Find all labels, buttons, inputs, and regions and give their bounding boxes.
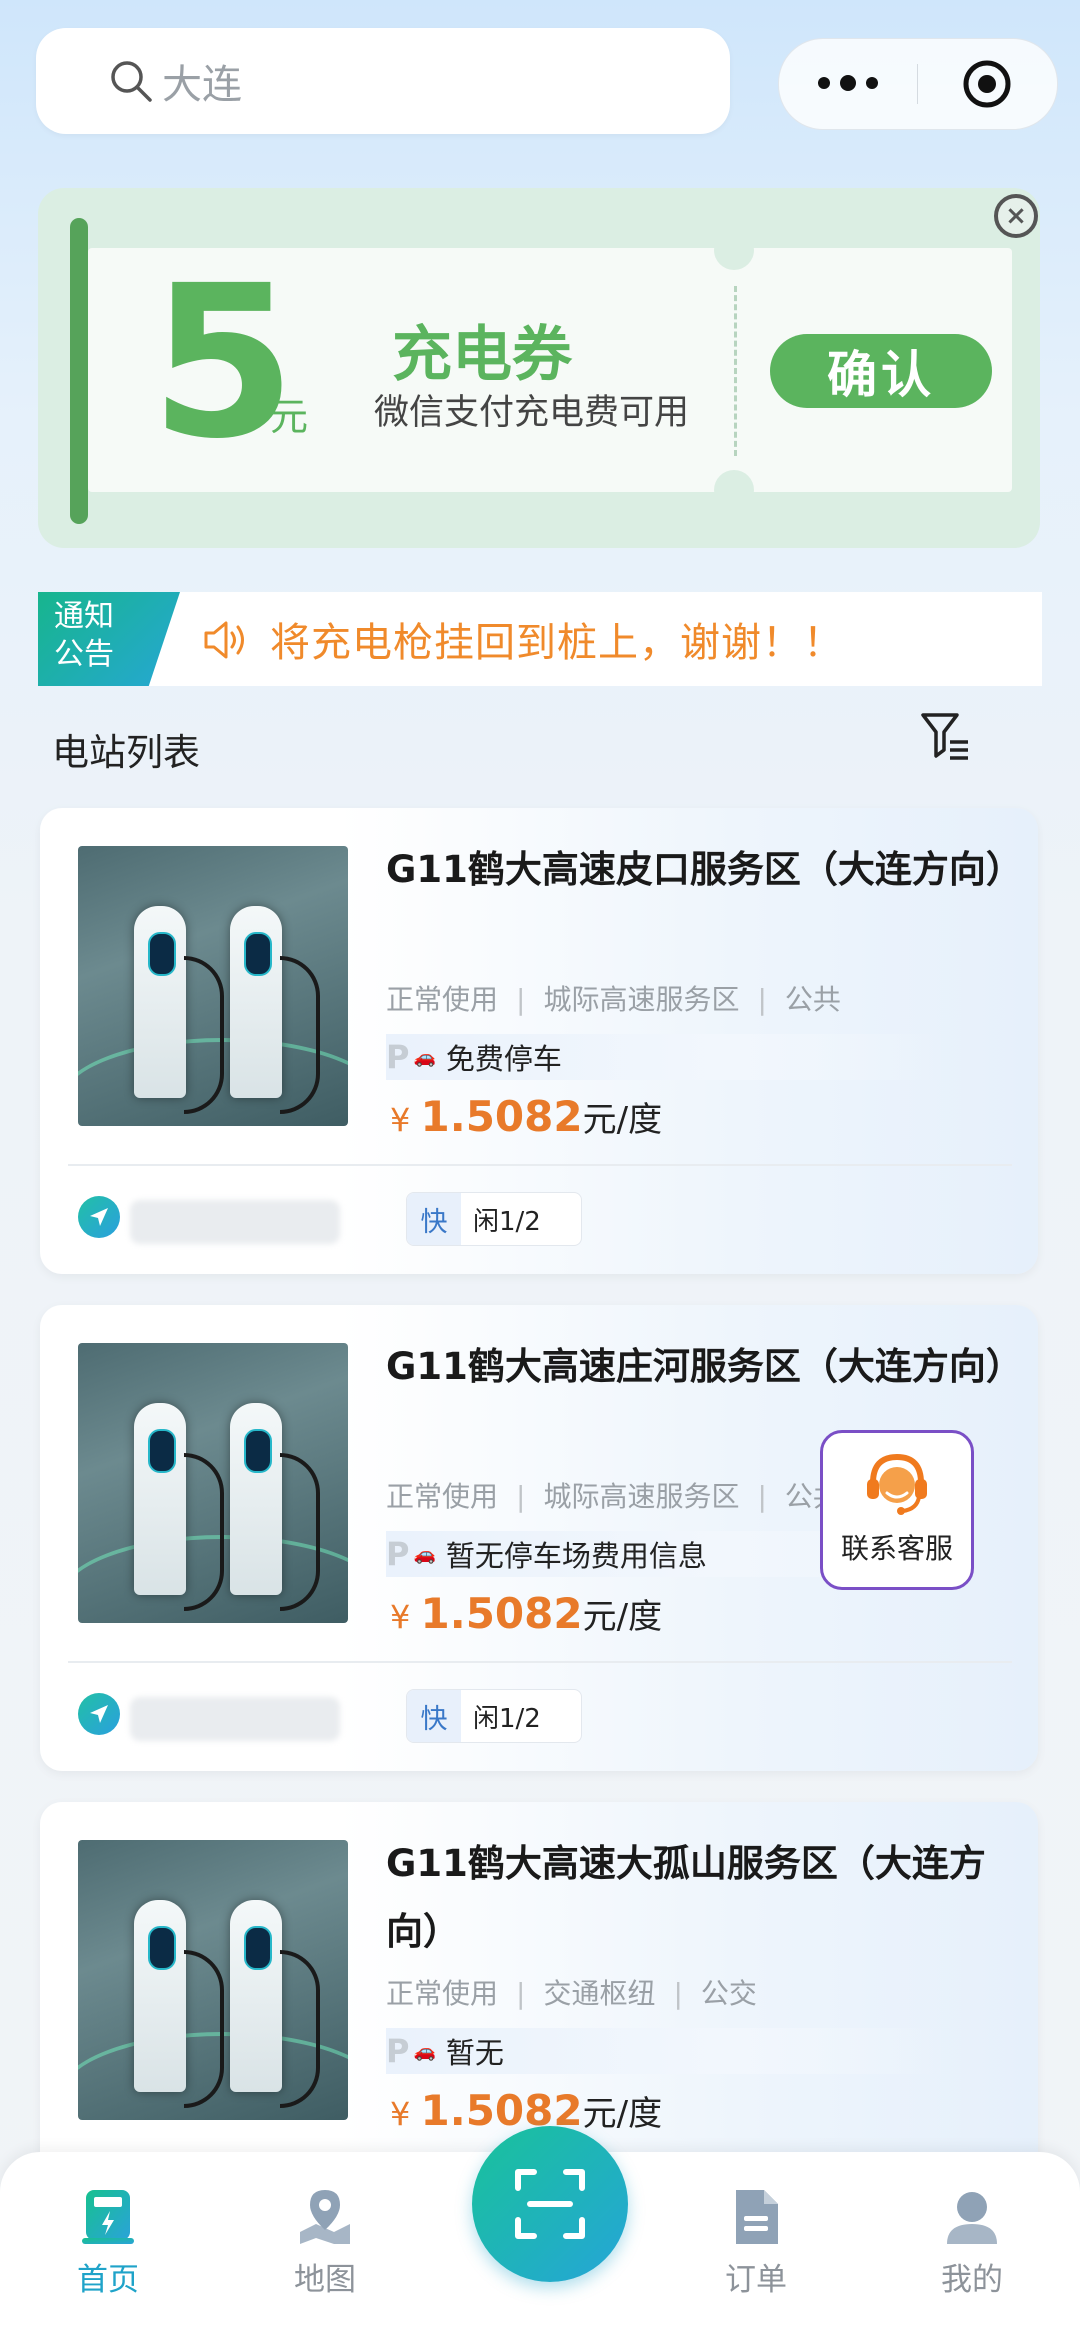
headset-agent-icon	[867, 1453, 927, 1515]
coupon-subtitle: 微信支付充电费可用	[374, 393, 690, 433]
search-input[interactable]: 大连	[162, 52, 242, 110]
station-list-title: 电站列表	[52, 731, 200, 774]
close-miniprogram-icon[interactable]	[918, 58, 1056, 110]
card-divider	[68, 1661, 1012, 1663]
parking-text: 暂无	[445, 2036, 504, 2070]
price-value: 1.5082	[420, 1092, 583, 1141]
station-image	[78, 1840, 348, 2120]
price-value: 1.5082	[420, 1589, 583, 1638]
coupon-accent-bar	[70, 218, 88, 524]
price-unit: 元/度	[582, 2094, 663, 2134]
station-category: 城际高速服务区	[543, 1480, 740, 1513]
coupon-title: 充电券	[392, 320, 572, 390]
document-icon	[736, 2190, 778, 2244]
tab-home-label: 首页	[77, 2262, 139, 2298]
ticket-dashed-divider	[734, 286, 737, 456]
parking-icon: P	[386, 1535, 410, 1573]
tab-map-label: 地图	[294, 2262, 356, 2298]
fast-label: 快	[407, 1690, 461, 1742]
customer-service-button[interactable]: 联系客服	[820, 1430, 974, 1590]
scan-icon	[515, 2169, 585, 2239]
station-category: 城际高速服务区	[543, 983, 740, 1016]
price: ¥ 1.5082元/度	[390, 1092, 662, 1141]
fast-charger-badge: 快 闲1/2	[406, 1689, 582, 1743]
station-tags: 正常使用 | 交通枢纽 | 公交	[386, 1977, 757, 2010]
search-icon	[111, 61, 152, 102]
navigate-icon[interactable]	[78, 1196, 120, 1238]
station-status: 正常使用	[386, 1480, 499, 1513]
tab-mine-label: 我的	[941, 2262, 1003, 2298]
idle-count: 闲1/2	[473, 1703, 541, 1734]
more-icon[interactable]	[779, 75, 917, 91]
station-tags: 正常使用 | 城际高速服务区 | 公共	[386, 983, 841, 1016]
parking-icon: P	[386, 1038, 410, 1076]
tab-mine[interactable]: 我的	[912, 2188, 1032, 2299]
station-card[interactable]: G11鹤大高速皮口服务区（大连方向） 正常使用 | 城际高速服务区 | 公共 P 🚗 免费…	[40, 808, 1038, 1274]
parking-info: P 🚗 暂无	[386, 2028, 946, 2074]
fast-label: 快	[407, 1193, 461, 1245]
close-icon[interactable]: ×	[994, 194, 1038, 238]
speaker-icon	[204, 621, 244, 659]
station-image	[78, 1343, 348, 1623]
tab-map[interactable]: 地图	[265, 2188, 385, 2299]
miniprogram-capsule	[778, 38, 1058, 130]
filter-icon[interactable]	[920, 710, 972, 764]
currency-symbol: ¥	[390, 1598, 411, 1636]
distance-blurred	[130, 1697, 340, 1741]
idle-count: 闲1/2	[473, 1206, 541, 1237]
fast-charger-badge: 快 闲1/2	[406, 1192, 582, 1246]
scan-button[interactable]	[472, 2126, 628, 2282]
station-name: G11鹤大高速庄河服务区（大连方向）	[386, 1345, 1023, 1388]
station-status: 正常使用	[386, 1977, 499, 2010]
price: ¥ 1.5082元/度	[390, 1589, 662, 1638]
coupon-confirm-button[interactable]: 确认	[770, 334, 992, 408]
user-icon	[947, 2192, 997, 2244]
tab-home[interactable]: 首页	[48, 2188, 168, 2299]
tab-orders-label: 订单	[725, 2262, 787, 2298]
card-divider	[68, 1164, 1012, 1166]
tab-orders[interactable]: 订单	[696, 2188, 816, 2299]
station-type: 公交	[700, 1977, 757, 2010]
coupon-currency: 元	[270, 395, 309, 439]
station-tags: 正常使用 | 城际高速服务区 | 公共	[386, 1480, 841, 1513]
ticket-notch-bottom	[714, 470, 754, 510]
station-type: 公共	[784, 983, 841, 1016]
parking-icon: P	[386, 2032, 410, 2070]
currency-symbol: ¥	[390, 2095, 411, 2133]
search-bar[interactable]: 大连	[36, 28, 730, 134]
station-name: G11鹤大高速大孤山服务区（大连方向）	[386, 1842, 986, 1953]
station-image	[78, 846, 348, 1126]
distance-blurred	[130, 1200, 340, 1244]
parking-text: 免费停车	[445, 1042, 562, 1076]
price-unit: 元/度	[582, 1100, 663, 1140]
currency-symbol: ¥	[390, 1101, 411, 1139]
parking-text: 暂无停车场费用信息	[445, 1539, 707, 1573]
parking-info: P 🚗 免费停车	[386, 1034, 946, 1080]
price: ¥ 1.5082元/度	[390, 2086, 662, 2135]
station-category: 交通枢纽	[543, 1977, 656, 2010]
map-pin-icon	[300, 2190, 350, 2244]
notice-tag-line1: 通知	[54, 599, 114, 634]
station-status: 正常使用	[386, 983, 499, 1016]
charging-station-icon	[82, 2190, 134, 2244]
price-unit: 元/度	[582, 1597, 663, 1637]
navigate-icon[interactable]	[78, 1693, 120, 1735]
notice-text: 将充电枪挂回到桩上，谢谢！！	[270, 620, 844, 666]
ticket-notch-top	[714, 230, 754, 270]
customer-service-label: 联系客服	[840, 1532, 953, 1565]
station-name: G11鹤大高速皮口服务区（大连方向）	[386, 848, 1023, 891]
